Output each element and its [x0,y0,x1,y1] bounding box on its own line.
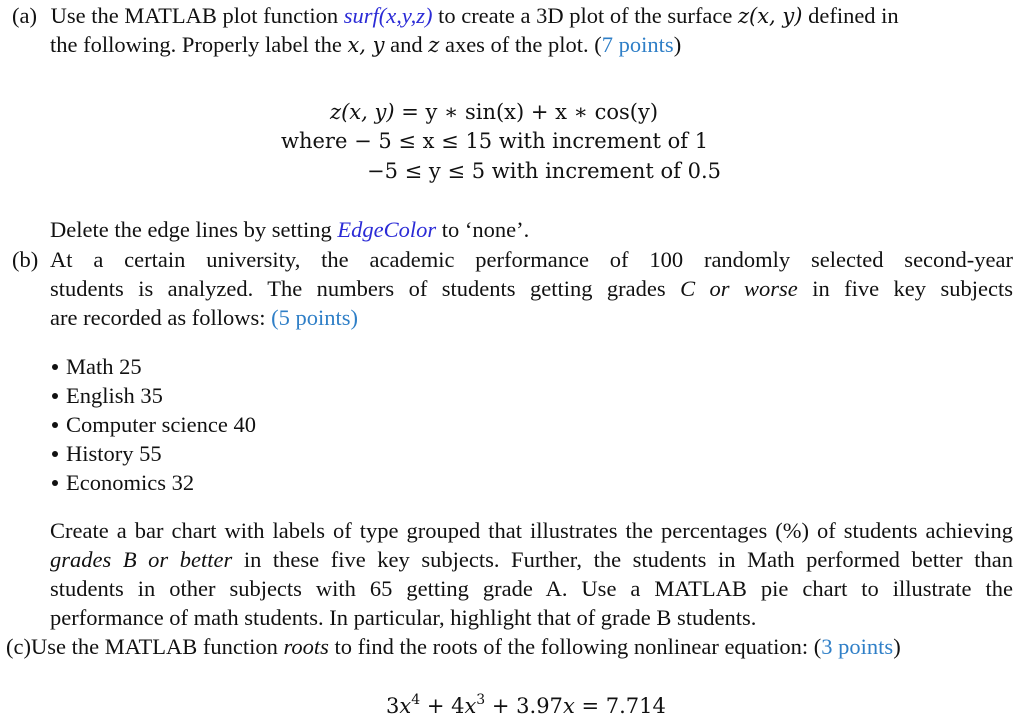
eq-exponent: 3 [476,692,486,708]
part-a-text: the following. Properly label the [50,32,348,57]
subject-count: 40 [233,412,256,437]
x-range-text: − 5 ≤ x ≤ 15 with increment of 1 [347,129,709,153]
bullet-icon [52,363,58,370]
axes-ref: x, y [347,33,385,57]
part-b-line-1: At a certain university, the academic pe… [50,247,1013,272]
part-c-line: (c)Use the MATLAB function roots to find… [6,633,901,661]
part-c-text: Use the MATLAB function [30,634,284,659]
part-b-text: in five key subjects [797,276,1013,301]
part-a-text: axes of the plot. ( [439,32,602,57]
bullet-icon [52,421,58,428]
edge-color-ref: EdgeColor [337,217,437,242]
part-a-text: Delete the edge lines by setting [50,217,338,242]
part-a-text: to create a 3D plot of the surface [432,3,738,28]
x-range: where − 5 ≤ x ≤ 15 with increment of 1 [281,127,708,155]
axis-z-ref: z [428,33,440,57]
part-a-text: and [384,32,429,57]
grade-b-phrase: grades B or better [50,547,233,572]
subject-name: Computer science [66,412,228,437]
nonlinear-equation: 3x4 + 4x3 + 3.97x = 7.714 [386,692,666,720]
eq-term: + 3.97 [485,694,563,718]
list-item: History 55 [52,440,162,468]
part-b-label: (b) [12,247,39,272]
eq-var: x [562,694,575,718]
surface-ref: z(x, y) [737,4,803,28]
part-a-line-2: the following. Properly label the x, y a… [50,31,681,59]
list-item: Computer science 40 [52,411,256,439]
points-badge: 7 points [601,32,674,57]
equation-rhs: = y ∗ sin(x) + x ∗ cos(y) [394,100,659,124]
part-b-text: are recorded as follows: [50,305,272,330]
subject-name: Math [66,354,114,379]
edge-color-instruction: Delete the edge lines by setting EdgeCol… [50,216,529,244]
part-a-label: (a) [12,3,37,28]
part-b-line-2: students is analyzed. The numbers of stu… [50,275,1013,303]
grade-phrase: C or worse [680,276,798,301]
subject-name: English [66,383,135,408]
subject-count: 55 [139,441,162,466]
part-a-text: Use the MATLAB plot function [50,3,344,28]
part-b-para-line-2: grades B or better in these five key sub… [50,546,1013,574]
points-paren: ( [271,305,279,330]
eq-var: x [464,694,477,718]
part-c-text: ) [893,634,901,659]
eq-term: 3 [386,694,400,718]
subject-name: History [66,441,134,466]
points-badge: 3 points [821,634,894,659]
part-b-para-line-1: Create a bar chart with labels of type g… [50,518,1013,543]
bullet-icon [52,392,58,399]
surf-function-ref: surf(x,y,z) [343,3,433,28]
part-b-para-line-3: students in other subjects with 65 getti… [50,576,1013,601]
part-c-text: to find the roots of the following nonli… [328,634,822,659]
part-a-text: ) [673,32,682,57]
list-item: Economics 32 [52,469,194,497]
roots-function-ref: roots [283,634,329,659]
list-item: English 35 [52,382,163,410]
y-range: −5 ≤ y ≤ 5 with increment of 0.5 [367,157,721,185]
equation-lhs: z(x, y) [330,100,395,124]
subject-count: 35 [140,383,163,408]
where-label: where [281,129,348,153]
points-paren: ) [350,305,359,330]
part-b-para-line-4: performance of math students. In particu… [50,605,757,630]
part-a-line-1: (a) Use the MATLAB plot function surf(x,… [12,2,899,30]
eq-rhs: = 7.714 [574,694,666,718]
points-badge: 5 points [278,305,351,330]
y-range-text: −5 ≤ y ≤ 5 with increment of 0.5 [367,159,722,183]
part-b-text: students is analyzed. The numbers of stu… [50,276,681,301]
subject-count: 25 [119,354,142,379]
part-a-text: defined in [802,3,899,28]
subject-count: 32 [171,470,195,495]
part-c-label: (c) [6,634,31,659]
eq-term: + 4 [420,694,465,718]
part-b-text: in these five key subjects. Further, the… [232,547,1013,572]
bullet-icon [52,450,58,457]
eq-exponent: 4 [411,692,421,708]
eq-var: x [399,694,412,718]
list-item: Math 25 [52,353,142,381]
subject-name: Economics [66,470,166,495]
surface-equation: z(x, y) = y ∗ sin(x) + x ∗ cos(y) [330,98,658,126]
part-b-line-3: are recorded as follows: (5 points) [50,304,358,332]
bullet-icon [52,479,58,486]
part-a-text: to ‘none’. [436,217,530,242]
